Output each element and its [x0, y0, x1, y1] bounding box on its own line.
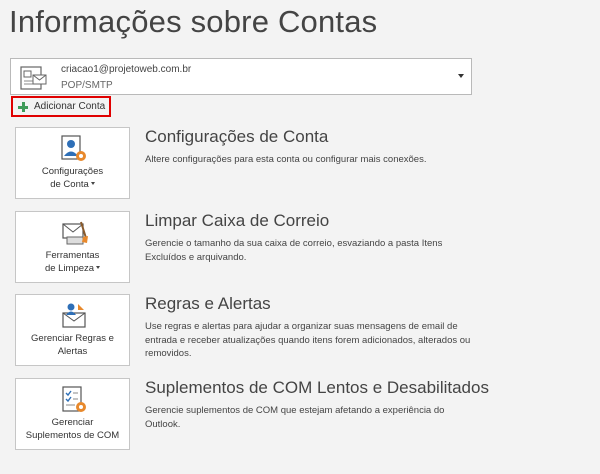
section-title: Suplementos de COM Lentos e Desabilitado…	[145, 378, 489, 397]
tile-label-line2: de Conta	[50, 178, 89, 190]
section-description: Altere configurações para esta conta ou …	[145, 154, 427, 165]
tile-label-line2: de Limpeza	[44, 262, 95, 274]
section-description: Use regras e alertas para ajudar a organ…	[145, 321, 471, 359]
manage-com-addins-button[interactable]: Gerenciar Suplementos de COM	[15, 378, 130, 450]
section-title: Configurações de Conta	[145, 127, 329, 146]
add-account-label: Adicionar Conta	[34, 101, 106, 112]
tile-label-line1: Gerenciar Regras e	[31, 333, 114, 344]
account-email: criacao1@projetoweb.com.br	[61, 64, 192, 75]
manage-rules-alerts-button[interactable]: Gerenciar Regras e Alertas	[15, 294, 130, 366]
tile-label-line1: Ferramentas	[45, 250, 100, 261]
section-com-addins: Gerenciar Suplementos de COM Suplementos…	[15, 378, 585, 450]
tile-label-line2: Suplementos de COM	[25, 429, 120, 441]
account-settings-icon	[61, 135, 86, 161]
section-description: Gerencie o tamanho da sua caixa de corre…	[145, 238, 443, 263]
section-rules-alerts: Gerenciar Regras e Alertas Regras e Aler…	[15, 294, 585, 366]
account-settings-button[interactable]: Configurações de Conta	[15, 127, 130, 199]
account-card-icon	[20, 66, 47, 90]
cleanup-tools-button[interactable]: Ferramentas de Limpeza	[15, 211, 130, 283]
section-mailbox-cleanup: Ferramentas de Limpeza Limpar Caixa de C…	[15, 211, 585, 283]
section-title: Limpar Caixa de Correio	[145, 211, 330, 230]
tile-label-line2: Alertas	[57, 345, 88, 357]
section-description: Gerencie suplementos de COM que estejam …	[145, 405, 445, 430]
chevron-down-icon[interactable]	[458, 74, 464, 78]
section-title: Regras e Alertas	[145, 294, 271, 313]
com-addins-icon	[62, 386, 86, 412]
add-account-button[interactable]: Adicionar Conta	[11, 96, 111, 117]
page-title: Informações sobre Contas	[9, 4, 378, 39]
chevron-down-icon	[90, 182, 95, 186]
section-account-settings: Configurações de Conta Configurações de …	[15, 127, 585, 199]
tile-label-line1: Gerenciar	[51, 417, 94, 428]
tile-label-line1: Configurações	[41, 166, 104, 177]
plus-icon	[18, 101, 28, 112]
account-selector-dropdown[interactable]: criacao1@projetoweb.com.br POP/SMTP	[10, 58, 472, 95]
rules-alerts-icon	[62, 303, 86, 328]
account-type: POP/SMTP	[61, 80, 113, 91]
mailbox-cleanup-icon	[62, 221, 88, 245]
chevron-down-icon	[96, 266, 101, 270]
